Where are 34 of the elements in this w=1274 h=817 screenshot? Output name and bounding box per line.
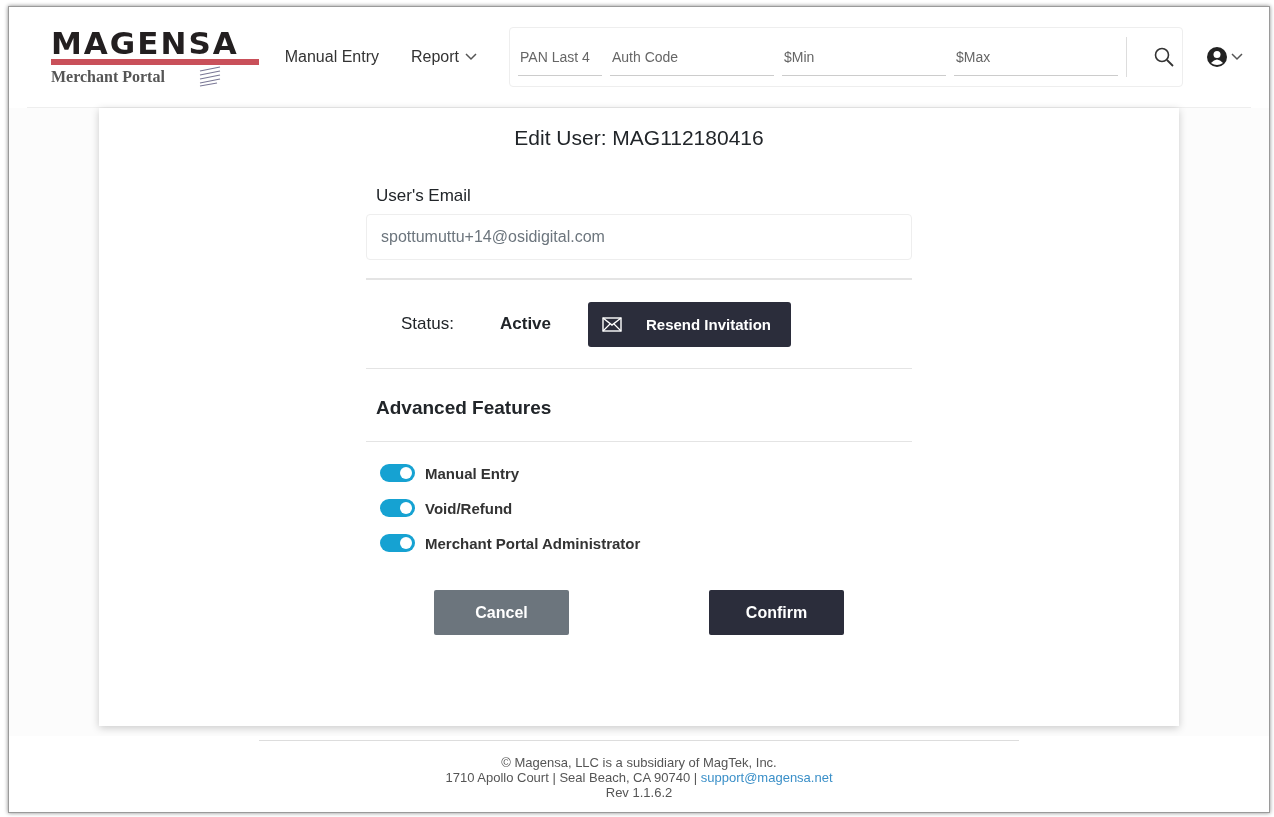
status-value: Active	[500, 314, 553, 334]
search-field[interactable]: $Min	[782, 38, 946, 76]
search-field[interactable]: $Max	[954, 38, 1118, 76]
toggle-switch[interactable]	[380, 499, 415, 517]
field-label: User's Email	[376, 186, 472, 206]
footer-copyright: © Magensa, LLC is a subsidiary of MagTek, Inc.	[500, 755, 778, 770]
toggle-label: Manual Entry	[425, 464, 520, 482]
toggle-label: Merchant Portal Administrator	[425, 534, 641, 552]
search-field[interactable]: PAN Last 4	[518, 38, 602, 76]
section-heading: Advanced Features	[376, 397, 553, 419]
nav-link[interactable]: Manual Entry	[284, 48, 379, 66]
toggle-switch[interactable]	[380, 534, 415, 552]
resend-invitation-button[interactable]: Resend Invitation	[588, 301, 791, 347]
search-field[interactable]: Auth Code	[610, 38, 774, 76]
page-title: Edit User: MAG112180416	[514, 126, 764, 150]
user-icon	[1207, 47, 1227, 67]
search-button[interactable]	[1126, 37, 1174, 77]
envelope-icon	[602, 316, 622, 332]
chevron-icon	[1231, 53, 1243, 61]
status-label: Status:	[401, 314, 455, 334]
footer-version: Rev 1.1.6.2	[604, 785, 674, 800]
report-menu[interactable]: Report	[410, 48, 477, 66]
confirm-button[interactable]: Confirm	[709, 590, 844, 635]
cancel-button[interactable]: Cancel	[434, 590, 569, 635]
chevron-icon	[465, 53, 477, 61]
search-icon	[1154, 47, 1174, 67]
toggle-switch[interactable]	[380, 464, 415, 482]
footer-address: 1710 Apollo Court | Seal Beach, CA 90740 | support@magensa.net	[444, 770, 834, 785]
email-field[interactable]: spottumuttu+14@osidigital.com	[366, 214, 912, 260]
support-email-link[interactable]: support@magensa.net	[700, 770, 833, 785]
logo-wordmark: MAGENSA	[51, 27, 240, 58]
user-menu-button[interactable]	[1207, 47, 1243, 67]
toggle-label: Void/Refund	[425, 499, 513, 517]
logo-subtitle: Merchant Portal	[51, 68, 165, 86]
